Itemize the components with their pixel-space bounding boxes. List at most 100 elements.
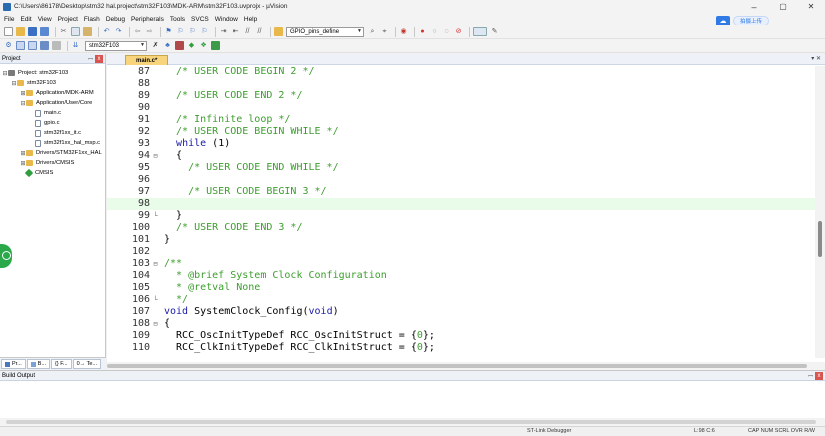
- tree-node[interactable]: gpio.c: [0, 118, 105, 128]
- fold-marker-icon[interactable]: ⊟: [152, 150, 159, 162]
- menu-file[interactable]: File: [4, 16, 14, 23]
- insert-breakpoint-icon[interactable]: ●: [418, 27, 427, 36]
- select-packs-icon[interactable]: ◆: [187, 41, 196, 50]
- configure-icon[interactable]: ✎: [490, 27, 499, 36]
- file-extensions-icon[interactable]: ♣: [163, 41, 172, 50]
- kill-breakpoints-icon[interactable]: ⊘: [454, 27, 463, 36]
- code-line[interactable]: 88: [107, 78, 815, 90]
- paste-icon[interactable]: [83, 27, 92, 36]
- close-icon[interactable]: x: [95, 55, 103, 63]
- code-line[interactable]: 89 /* USER CODE END 2 */: [107, 90, 815, 102]
- minimize-button[interactable]: –: [741, 0, 767, 13]
- tree-node[interactable]: stm32f1xx_it.c: [0, 128, 105, 138]
- code-line[interactable]: 103 ⊟ /**: [107, 258, 815, 270]
- find-icon[interactable]: ⌕: [368, 27, 377, 36]
- translate-icon[interactable]: ⚙: [4, 41, 13, 50]
- tab-project[interactable]: Pr...: [1, 359, 26, 369]
- next-bookmark-icon[interactable]: ⚐: [188, 27, 197, 36]
- tab-functions[interactable]: {} F...: [51, 359, 72, 369]
- code-line[interactable]: 96: [107, 174, 815, 186]
- open-folder-icon[interactable]: [16, 27, 25, 36]
- pack-installer-icon[interactable]: [211, 41, 220, 50]
- tab-list-icon[interactable]: ▾ ✕: [811, 55, 821, 62]
- tree-node[interactable]: stm32f1xx_hal_msp.c: [0, 138, 105, 148]
- editor-horizontal-scrollbar[interactable]: [107, 362, 825, 370]
- current-line[interactable]: 98: [107, 198, 815, 210]
- tree-node[interactable]: ⊞ Application/MDK-ARM: [0, 88, 105, 98]
- prev-bookmark-icon[interactable]: ⚐: [176, 27, 185, 36]
- code-line[interactable]: 101}: [107, 234, 815, 246]
- redo-icon[interactable]: ↷: [114, 27, 123, 36]
- tab-main-c[interactable]: main.c*: [125, 55, 169, 65]
- nav-forward-icon[interactable]: ⇨: [145, 27, 154, 36]
- enable-breakpoint-icon[interactable]: ○: [430, 27, 439, 36]
- fold-marker-icon[interactable]: └: [152, 294, 159, 306]
- tree-node[interactable]: ⊟ Project: stm32F103: [0, 68, 105, 78]
- code-line[interactable]: 100 /* USER CODE END 3 */: [107, 222, 815, 234]
- window-layout-icon[interactable]: [473, 27, 487, 36]
- debug-session-icon[interactable]: ◉: [399, 27, 408, 36]
- uncomment-icon[interactable]: //: [255, 27, 264, 36]
- code-line[interactable]: 95 /* USER CODE END WHILE */: [107, 162, 815, 174]
- find-in-files-icon[interactable]: [274, 27, 283, 36]
- code-line[interactable]: 108 ⊟ {: [107, 318, 815, 330]
- menu-window[interactable]: Window: [215, 16, 238, 23]
- code-line[interactable]: 94 ⊟ {: [107, 150, 815, 162]
- indent-icon[interactable]: ⇥: [219, 27, 228, 36]
- code-line[interactable]: 90: [107, 102, 815, 114]
- code-line[interactable]: 91 /* Infinite loop */: [107, 114, 815, 126]
- code-line[interactable]: 102: [107, 246, 815, 258]
- copy-icon[interactable]: [71, 27, 80, 36]
- undo-icon[interactable]: ↶: [102, 27, 111, 36]
- tree-node[interactable]: CMSIS: [0, 168, 105, 178]
- bookmark-icon[interactable]: ⚑: [164, 27, 173, 36]
- code-line[interactable]: 92 /* USER CODE BEGIN WHILE */: [107, 126, 815, 138]
- menu-flash[interactable]: Flash: [84, 16, 100, 23]
- download-icon[interactable]: ⇊: [71, 41, 80, 50]
- code-line[interactable]: 107 void SystemClock_Config(void): [107, 306, 815, 318]
- new-file-icon[interactable]: [4, 27, 13, 36]
- code-line[interactable]: 99 └ }: [107, 210, 815, 222]
- menu-view[interactable]: View: [38, 16, 52, 23]
- editor-vertical-scrollbar[interactable]: [815, 66, 825, 358]
- batch-build-icon[interactable]: [40, 41, 49, 50]
- manage-project-items-icon[interactable]: [175, 41, 184, 50]
- code-line[interactable]: 87 /* USER CODE BEGIN 2 */: [107, 66, 815, 78]
- clear-bookmarks-icon[interactable]: ⚐: [200, 27, 209, 36]
- tab-templates[interactable]: 0→ Te...: [72, 359, 101, 369]
- menu-debug[interactable]: Debug: [106, 16, 125, 23]
- save-all-icon[interactable]: [40, 27, 49, 36]
- rebuild-icon[interactable]: [28, 41, 37, 50]
- unindent-icon[interactable]: ⇤: [231, 27, 240, 36]
- target-combo[interactable]: stm32F103 ▼: [85, 40, 147, 51]
- tree-node[interactable]: ⊟ stm32F103: [0, 78, 105, 88]
- fold-marker-icon[interactable]: ⊟: [152, 258, 159, 270]
- code-line[interactable]: 110 RCC_ClkInitTypeDef RCC_ClkInitStruct…: [107, 342, 815, 354]
- code-line[interactable]: 109 RCC_OscInitTypeDef RCC_OscInitStruct…: [107, 330, 815, 342]
- scroll-thumb[interactable]: [6, 420, 816, 424]
- code-line[interactable]: 104 * @brief System Clock Configuration: [107, 270, 815, 282]
- cut-icon[interactable]: ✂: [59, 27, 68, 36]
- scroll-thumb[interactable]: [107, 364, 807, 368]
- code-area[interactable]: 87 /* USER CODE BEGIN 2 */88 89 /* USER C…: [107, 66, 815, 358]
- menu-svcs[interactable]: SVCS: [191, 16, 209, 23]
- manage-runtime-icon[interactable]: ❖: [199, 41, 208, 50]
- nav-back-icon[interactable]: ⇦: [133, 27, 142, 36]
- fold-marker-icon[interactable]: └: [152, 210, 159, 222]
- tree-node[interactable]: ⊟ Application/User/Core: [0, 98, 105, 108]
- code-line[interactable]: 105 * @retval None: [107, 282, 815, 294]
- build-icon[interactable]: [16, 41, 25, 50]
- tree-node[interactable]: ⊞ Drivers/CMSIS: [0, 158, 105, 168]
- tab-books[interactable]: B...: [26, 359, 51, 369]
- code-line[interactable]: 93 while (1): [107, 138, 815, 150]
- build-output-scrollbar[interactable]: [0, 418, 825, 426]
- code-line[interactable]: 106 └ */: [107, 294, 815, 306]
- find-combo[interactable]: GPIO_pins_define ▼: [286, 26, 364, 37]
- menu-edit[interactable]: Edit: [20, 16, 31, 23]
- close-icon[interactable]: x: [815, 372, 823, 380]
- code-line[interactable]: 97 /* USER CODE BEGIN 3 */: [107, 186, 815, 198]
- comment-icon[interactable]: //: [243, 27, 252, 36]
- stop-build-icon[interactable]: [52, 41, 61, 50]
- tree-node[interactable]: ⊞ Drivers/STM32F1xx_HAL: [0, 148, 105, 158]
- tree-node[interactable]: main.c: [0, 108, 105, 118]
